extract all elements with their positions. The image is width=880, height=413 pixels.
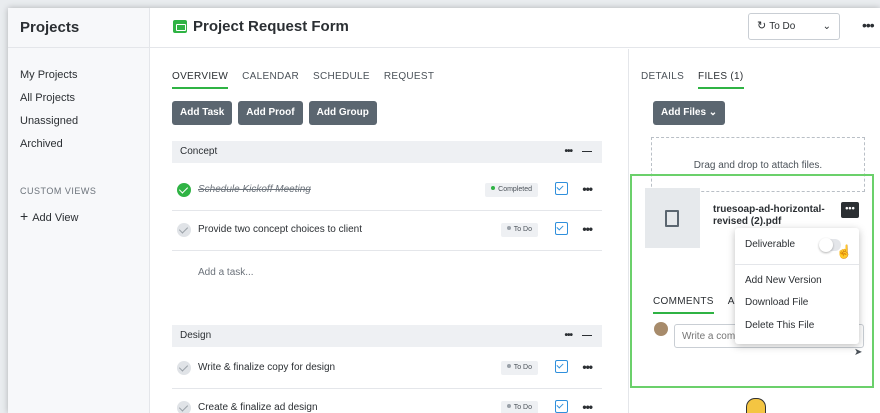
task-name[interactable]: Write & finalize copy for design bbox=[198, 362, 335, 373]
tab-schedule[interactable]: SCHEDULE bbox=[313, 71, 370, 89]
avatar bbox=[654, 322, 668, 336]
add-proof-button[interactable]: Add Proof bbox=[238, 101, 303, 125]
main-tabs: OVERVIEW CALENDAR SCHEDULE REQUEST bbox=[172, 71, 434, 89]
page-title: Project Request Form bbox=[193, 18, 349, 35]
file-more-button[interactable]: ••• bbox=[841, 202, 859, 218]
add-files-button[interactable]: Add Files ⌄ bbox=[653, 101, 726, 125]
status-dot-icon bbox=[491, 186, 496, 190]
proof-icon[interactable] bbox=[555, 400, 568, 413]
task-more-icon[interactable]: ••• bbox=[582, 222, 593, 236]
group-more-icon[interactable]: ••• bbox=[564, 325, 572, 347]
status-badge-label: To Do bbox=[513, 364, 532, 371]
sidebar-nav: My Projects All Projects Unassigned Arch… bbox=[20, 68, 78, 160]
tab-files[interactable]: FILES (1) bbox=[698, 71, 744, 89]
checkmark-icon[interactable] bbox=[177, 401, 191, 413]
document-icon bbox=[665, 210, 679, 227]
mascot-icon bbox=[746, 398, 766, 413]
task-more-icon[interactable]: ••• bbox=[582, 400, 593, 413]
add-task-input[interactable]: Add a task... bbox=[198, 267, 254, 278]
checkmark-icon[interactable] bbox=[177, 223, 191, 237]
group-header-concept: Concept ••• — bbox=[172, 141, 602, 163]
task-row[interactable]: Provide two concept choices to client To… bbox=[172, 211, 602, 251]
add-view-button[interactable]: + Add View bbox=[20, 208, 78, 224]
folder-icon bbox=[173, 20, 187, 33]
status-dot-icon bbox=[506, 364, 511, 368]
task-name[interactable]: Schedule Kickoff Meeting bbox=[198, 184, 311, 195]
file-thumbnail[interactable] bbox=[645, 188, 700, 248]
task-row[interactable]: Schedule Kickoff Meeting Completed ••• bbox=[172, 171, 602, 211]
sidebar-item-my-projects[interactable]: My Projects bbox=[20, 68, 78, 91]
tab-details[interactable]: DETAILS bbox=[641, 71, 684, 89]
task-name[interactable]: Provide two concept choices to client bbox=[198, 224, 362, 235]
proof-icon[interactable] bbox=[555, 222, 568, 235]
add-view-label: Add View bbox=[32, 212, 79, 224]
chevron-down-icon: ⌄ bbox=[708, 107, 718, 118]
panel-tabs: DETAILS FILES (1) bbox=[641, 71, 744, 89]
tab-request[interactable]: REQUEST bbox=[384, 71, 434, 89]
send-icon[interactable]: ➤ bbox=[854, 347, 862, 358]
status-cycle-icon: ↻ bbox=[757, 20, 767, 32]
task-more-icon[interactable]: ••• bbox=[582, 360, 593, 374]
add-task-button[interactable]: Add Task bbox=[172, 101, 233, 125]
status-dot-icon bbox=[506, 404, 511, 408]
menu-item-add-new-version[interactable]: Add New Version bbox=[745, 275, 822, 286]
task-more-icon[interactable]: ••• bbox=[582, 182, 593, 196]
group-title: Design bbox=[180, 330, 212, 341]
main-content: OVERVIEW CALENDAR SCHEDULE REQUEST Add T… bbox=[150, 49, 628, 413]
proof-icon[interactable] bbox=[555, 182, 568, 195]
menu-item-deliverable: Deliverable bbox=[745, 239, 796, 250]
menu-item-delete-file[interactable]: Delete This File bbox=[745, 320, 814, 331]
sidebar-item-archived[interactable]: Archived bbox=[20, 137, 78, 160]
status-badge: To Do bbox=[500, 401, 538, 413]
tab-comments[interactable]: COMMENTS bbox=[653, 296, 714, 314]
page-header: Project Request Form ↻ To Do ⌄ ••• bbox=[150, 8, 880, 48]
proof-icon[interactable] bbox=[555, 360, 568, 373]
more-options-icon[interactable]: ••• bbox=[862, 17, 875, 33]
sidebar-item-unassigned[interactable]: Unassigned bbox=[20, 114, 78, 137]
status-dropdown[interactable]: ↻ To Do ⌄ bbox=[748, 13, 840, 40]
menu-divider bbox=[735, 264, 859, 265]
collapse-icon[interactable]: — bbox=[582, 141, 592, 163]
action-buttons: Add Task Add Proof Add Group bbox=[172, 101, 377, 125]
status-badge-label: Completed bbox=[498, 186, 532, 193]
hand-cursor-icon: ☝ bbox=[836, 244, 853, 259]
group-header-design: Design ••• — bbox=[172, 325, 602, 347]
add-files-label: Add Files bbox=[661, 107, 707, 118]
status-badge: To Do bbox=[500, 223, 538, 237]
status-badge: Completed bbox=[485, 183, 538, 197]
collapse-icon[interactable]: — bbox=[582, 325, 592, 347]
status-badge-label: To Do bbox=[513, 226, 532, 233]
custom-views-heading: CUSTOM VIEWS bbox=[20, 186, 97, 196]
status-value: To Do bbox=[769, 21, 796, 32]
task-name[interactable]: Create & finalize ad design bbox=[198, 402, 318, 413]
status-badge: To Do bbox=[500, 361, 538, 375]
sidebar-item-all-projects[interactable]: All Projects bbox=[20, 91, 78, 114]
add-group-button[interactable]: Add Group bbox=[308, 101, 377, 125]
checkmark-icon[interactable] bbox=[177, 183, 191, 197]
checkmark-icon[interactable] bbox=[177, 361, 191, 375]
sidebar-title: Projects bbox=[8, 8, 149, 48]
group-title: Concept bbox=[180, 146, 218, 157]
sidebar: Projects My Projects All Projects Unassi… bbox=[8, 8, 150, 413]
chevron-down-icon: ⌄ bbox=[822, 21, 831, 32]
task-row[interactable]: Create & finalize ad design To Do ••• bbox=[172, 389, 602, 413]
file-name[interactable]: truesoap-ad-horizontal-revised (2).pdf bbox=[713, 204, 828, 228]
status-badge-label: To Do bbox=[513, 404, 532, 411]
tab-overview[interactable]: OVERVIEW bbox=[172, 71, 229, 89]
plus-icon: + bbox=[20, 208, 29, 224]
group-more-icon[interactable]: ••• bbox=[564, 141, 572, 163]
status-dot-icon bbox=[506, 226, 511, 230]
task-row[interactable]: Write & finalize copy for design To Do •… bbox=[172, 349, 602, 389]
menu-item-download-file[interactable]: Download File bbox=[745, 297, 808, 308]
comment-tabs: COMMENTS AC bbox=[653, 296, 742, 314]
tab-calendar[interactable]: CALENDAR bbox=[242, 71, 299, 89]
